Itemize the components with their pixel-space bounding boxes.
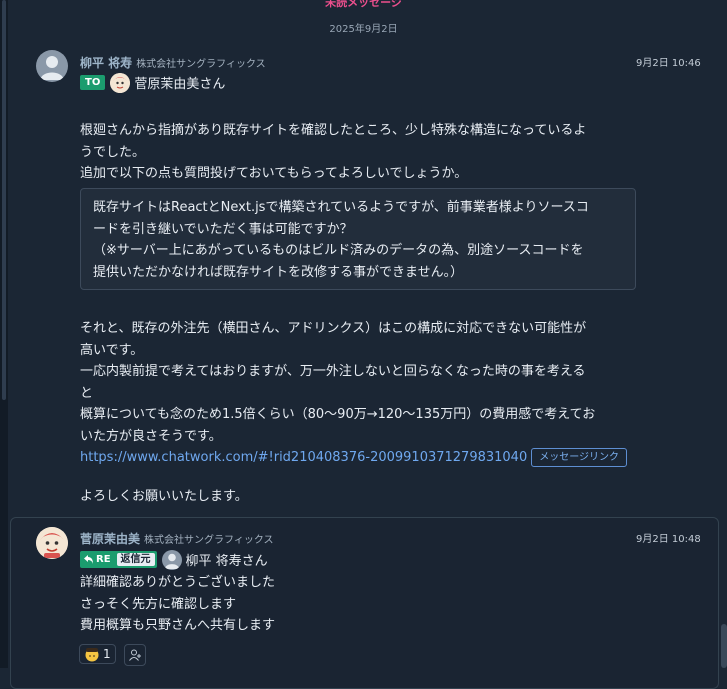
body-line: 詳細確認ありがとうございました (80, 575, 276, 590)
body-line: 概算についても念のため1.5倍くらい（80〜90万→120〜135万円）の費用感… (80, 407, 596, 422)
quote-line: 提供いただかなければ既存サイトを改修する事ができません。） (93, 264, 464, 280)
sender-name[interactable]: 柳平 将寿 (80, 56, 132, 70)
body-line: 根廻さんから指摘があり既存サイトを確認したところ、少し特殊な構造になっているよ (80, 123, 587, 138)
reaction-chip[interactable]: 1 (79, 644, 116, 664)
chatwork-link[interactable]: https://www.chatwork.com/#!rid210408376-… (80, 450, 527, 465)
quote-line: ードを引き継いでいただく事は可能ですか？ (93, 221, 353, 237)
reply-arrow-part: RE (80, 554, 115, 565)
body-line: さっそく先方に確認します (80, 596, 237, 612)
sender-line: 菅原茉由美 株式会社サングラフィックス (80, 528, 274, 547)
sender-organization: 株式会社サングラフィックス (144, 535, 274, 546)
quote-block: 既存サイトはReactとNext.jsで構築されているようですが、前事業者様より… (80, 188, 636, 290)
sender-line: 柳平 将寿 株式会社サングラフィックス (80, 52, 266, 71)
body-line: 費用概算も只野さんへ共有します (80, 618, 276, 633)
body-line: うでした。 (80, 144, 146, 160)
sender-avatar[interactable] (36, 527, 68, 559)
bowing-face-icon (85, 648, 99, 662)
message-1: 柳平 将寿 株式会社サングラフィックス 9月2日 10:46 TO 菅原茉由美さん… (0, 0, 727, 517)
quote-line: （※サーバー上にあがっているものはビルド済みのデータの為、別途ソースコードを (93, 243, 584, 258)
person-add-icon (128, 649, 141, 661)
sender-avatar[interactable] (36, 50, 68, 82)
to-line: TO 菅原茉由美さん (80, 72, 225, 93)
message-time: 9月2日 10:48 (636, 534, 701, 545)
link-line: https://www.chatwork.com/#!rid210408376-… (80, 447, 640, 469)
to-recipient-name: 菅原茉由美さん (134, 77, 226, 92)
body-line: 一応内製前提で考えてはおりますが、万一外注しないと回らなくなった時の事を考える (80, 364, 586, 379)
closing-line: よろしくお願いいたします。 (80, 489, 248, 504)
recipient-avatar (110, 72, 131, 93)
body-line: いた方が良さそうです。 (80, 428, 222, 444)
re-label: RE (96, 554, 111, 565)
reply-arrow-icon (84, 555, 93, 564)
reply-target-avatar (161, 549, 182, 570)
reply-badge[interactable]: RE 返信元 (80, 551, 157, 568)
message-body-part-2: それと、既存の外注先（横田さん、アドリンクス）はこの構成に対応できない可能性が … (80, 318, 640, 469)
reply-source-label: 返信元 (116, 553, 155, 566)
message-2: 菅原茉由美 株式会社サングラフィックス 9月2日 10:48 RE 返信元 柳平 … (0, 517, 727, 668)
to-badge: TO (80, 75, 106, 90)
add-reaction-button[interactable] (124, 644, 146, 666)
message-body-part-1: 根廻さんから指摘があり既存サイトを確認したところ、少し特殊な構造になっているよ … (80, 120, 640, 185)
reaction-count: 1 (103, 647, 111, 661)
reply-body: 詳細確認ありがとうございました さっそく先方に確認します 費用概算も只野さんへ共… (80, 572, 275, 637)
body-line: と (80, 385, 94, 401)
reply-target-name: 柳平 将寿さん (185, 554, 268, 569)
body-line: 高いです。 (80, 342, 144, 358)
message-time: 9月2日 10:46 (636, 58, 701, 69)
re-line: RE 返信元 柳平 将寿さん (80, 549, 268, 570)
body-line: 追加で以下の点も質問投げておいてもらってよろしいでしょうか。 (80, 166, 468, 181)
quote-line: 既存サイトはReactとNext.jsで構築されているようですが、前事業者様より… (93, 200, 589, 215)
message-link-button[interactable]: メッセージリンク (531, 448, 628, 467)
sender-name[interactable]: 菅原茉由美 (80, 532, 140, 546)
body-line: それと、既存の外注先（横田さん、アドリンクス）はこの構成に対応できない可能性が (80, 321, 587, 336)
sender-organization: 株式会社サングラフィックス (136, 59, 266, 70)
